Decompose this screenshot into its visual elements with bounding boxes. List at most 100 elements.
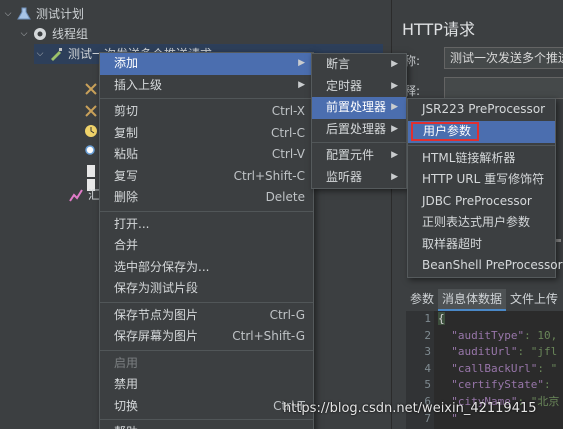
menu-item-添加[interactable]: 添加 ▶	[100, 53, 313, 75]
name-field[interactable]: 测试一次发送多个推送	[444, 47, 563, 69]
menu-item-label: 禁用	[114, 377, 139, 391]
line-number: 5	[424, 378, 431, 392]
menu-item-监听器[interactable]: 监听器 ▶	[312, 167, 406, 189]
menu-item-label: 合并	[114, 238, 139, 252]
menu-item-用户参数[interactable]: 用户参数	[408, 120, 555, 143]
menu-separator	[100, 419, 313, 420]
menu-item-label: HTTP URL 重写修饰符	[422, 172, 545, 186]
menu-item-断言[interactable]: 断言 ▶	[312, 54, 406, 76]
flask-icon	[16, 6, 32, 22]
menu-item-保存节点为图片[interactable]: 保存节点为图片 Ctrl-G	[100, 305, 313, 327]
menu-item-label: 切换	[114, 398, 139, 413]
menu-item-label: 保存屏幕为图片	[114, 329, 199, 343]
menu-item-label: 后置处理器	[326, 121, 387, 136]
menu-separator	[100, 301, 313, 303]
line-number: 2	[424, 328, 431, 342]
menu-separator	[100, 349, 313, 351]
menu-item-label: 配置元件	[326, 148, 375, 162]
chevron-down-icon[interactable]: ⌵	[18, 24, 30, 44]
cross-tools-icon	[84, 104, 98, 118]
menu-item-复写[interactable]: 复写 Ctrl+Shift-C	[100, 166, 313, 188]
shortcut-hint: Ctrl-G	[269, 307, 305, 322]
menu-item-前置处理器[interactable]: 前置处理器 ▶	[312, 97, 406, 119]
menu-item-label: 保存为测试片段	[114, 281, 199, 295]
menu-item-切换[interactable]: 切换 Ctrl-T	[100, 396, 313, 418]
tree-label: 线程组	[52, 27, 89, 41]
menu-item-保存为测试片段[interactable]: 保存为测试片段	[100, 278, 313, 300]
menu-item-label: 插入上级	[114, 77, 163, 92]
menu-item-插入上级[interactable]: 插入上级 ▶	[100, 75, 313, 97]
menu-separator	[100, 210, 313, 212]
chevron-right-icon: ▶	[298, 79, 305, 90]
pipette-icon	[48, 46, 64, 62]
menu-item-label: 添加	[114, 56, 139, 70]
menu-item-粘贴[interactable]: 粘贴 Ctrl-V	[100, 144, 313, 166]
menu-item-保存屏幕为图片[interactable]: 保存屏幕为图片 Ctrl+Shift-G	[100, 326, 313, 348]
menu-separator	[100, 98, 313, 99]
tab-消息体数据[interactable]: 消息体数据	[438, 289, 507, 311]
gear-icon	[32, 26, 48, 42]
panel-title: HTTP请求	[402, 20, 475, 39]
menu-item-定时器[interactable]: 定时器 ▶	[312, 76, 406, 98]
menu-item-label: 剪切	[114, 104, 139, 118]
menu-item-label: 启用	[114, 355, 139, 370]
menu-item-jsr223-preprocessor[interactable]: JSR223 PreProcessor	[408, 99, 555, 121]
code-value: :	[543, 378, 551, 392]
menu-item-label: 监听器	[326, 169, 363, 184]
menu-item-http-url-重写修饰符[interactable]: HTTP URL 重写修饰符	[408, 169, 555, 191]
timer-icon	[84, 124, 98, 138]
chevron-right-icon: ▶	[391, 59, 398, 69]
line-number: 4	[424, 361, 431, 375]
code-line: "auditUrl": "jfl	[438, 344, 559, 361]
watermark: https://blog.csdn.net/weixin_42119415	[283, 401, 537, 416]
menu-item-label: 粘贴	[114, 147, 139, 161]
chevron-right-icon: ▶	[391, 150, 398, 160]
menu-item-label: 删除	[114, 190, 139, 204]
chart-icon	[68, 187, 84, 203]
document-icon	[84, 164, 98, 178]
menu-item-剪切[interactable]: 剪切 Ctrl-X	[100, 101, 313, 123]
menu-item-后置处理器[interactable]: 后置处理器 ▶	[312, 119, 406, 141]
shortcut-hint: Ctrl-X	[271, 104, 305, 118]
menu-item-删除[interactable]: 删除 Delete	[100, 187, 313, 209]
menu-item-正则表达式用户参数[interactable]: 正则表达式用户参数	[408, 212, 555, 234]
menu-item-取样器超时[interactable]: 取样器超时	[408, 234, 555, 256]
menu-item-jdbc-preprocessor[interactable]: JDBC PreProcessor	[408, 191, 555, 213]
tree-node-listener[interactable]: 汇	[66, 185, 100, 205]
menu-item-禁用[interactable]: 禁用	[100, 374, 313, 396]
highlight-box: 用户参数	[411, 121, 480, 141]
comment-field[interactable]	[444, 77, 563, 99]
menu-item-label: 用户参数	[423, 123, 472, 138]
chevron-down-icon[interactable]: ⌵	[2, 4, 14, 24]
context-menu: 添加 ▶ 插入上级 ▶ 剪切 Ctrl-X 复制 Ctrl-C 粘贴 Ctrl-V 复写 Ctrl+S…	[99, 52, 314, 429]
menu-item-label: 复写	[114, 168, 139, 183]
chevron-right-icon: ▶	[391, 123, 398, 134]
add-submenu: 断言 ▶ 定时器 ▶ 前置处理器 ▶ 后置处理器 ▶ 配置元件 ▶ 监听器 ▶	[311, 53, 407, 189]
tree-label: 测试计划	[36, 7, 85, 21]
chevron-down-icon[interactable]: ⌵	[34, 44, 46, 64]
menu-item-打开-[interactable]: 打开...	[100, 214, 313, 236]
tree-node-thread-group[interactable]: ⌵ 线程组	[18, 24, 88, 44]
preprocessor-submenu: JSR223 PreProcessor 用户参数 HTML链接解析器 HTTP URL…	[407, 98, 563, 278]
menu-item-label: BeanShell PreProcessor	[422, 258, 563, 272]
tree-node-test-plan[interactable]: ⌵ 测试计划	[2, 4, 84, 24]
menu-item-启用: 启用	[100, 353, 313, 375]
menu-item-beanshell-preprocessor[interactable]: BeanShell PreProcessor	[408, 255, 563, 277]
chevron-right-icon: ▶	[298, 58, 305, 68]
menu-item-选中部分保存为-[interactable]: 选中部分保存为...	[100, 257, 313, 279]
code-line: "certifyState":	[438, 377, 559, 394]
menu-item-复制[interactable]: 复制 Ctrl-C	[100, 123, 313, 145]
tab-参数[interactable]: 参数	[406, 289, 438, 311]
code-key: {	[438, 312, 445, 325]
code-key: "callBackUrl"	[438, 361, 538, 375]
menu-item-label: 前置处理器	[326, 100, 387, 114]
menu-separator	[312, 142, 406, 143]
menu-item-配置元件[interactable]: 配置元件 ▶	[312, 145, 406, 167]
menu-item-html链接解析器[interactable]: HTML链接解析器	[408, 148, 555, 170]
menu-item-label: 正则表达式用户参数	[422, 215, 531, 229]
menu-item-帮助[interactable]: 帮助	[100, 422, 313, 429]
menu-item-合并[interactable]: 合并	[100, 235, 313, 257]
tab-文件上传[interactable]: 文件上传	[506, 289, 562, 311]
menu-separator	[408, 144, 555, 146]
code-value: : "jfl	[517, 345, 558, 359]
